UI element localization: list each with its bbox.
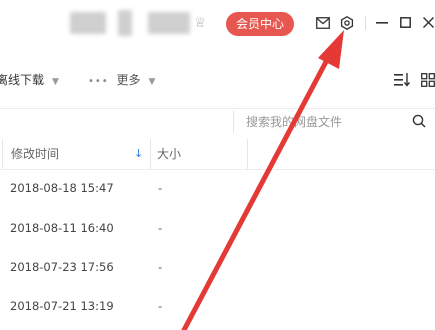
column-divider — [2, 139, 3, 169]
column-header-size[interactable]: 大小 — [157, 139, 181, 169]
search-input[interactable]: 搜索我的网盘文件 — [246, 113, 342, 131]
column-divider — [247, 139, 248, 169]
sort-desc-icon[interactable]: ↓ — [134, 139, 143, 169]
modified-time: 2018-07-23 17:56 — [10, 260, 114, 274]
more-button[interactable]: ••• 更多 ▼ — [88, 66, 155, 96]
settings-icon[interactable] — [340, 16, 354, 30]
level-placeholder — [148, 12, 190, 34]
table-header: 修改时间 ↓ 大小 — [0, 139, 435, 170]
username-placeholder — [70, 12, 106, 34]
maximize-icon[interactable] — [400, 17, 411, 28]
table-row[interactable]: 2018-08-18 15:47 - — [0, 169, 435, 207]
more-label: 更多 — [116, 73, 141, 87]
sort-icon[interactable] — [394, 73, 410, 87]
modified-time: 2018-08-18 15:47 — [10, 181, 114, 195]
more-dots-icon: ••• — [88, 76, 109, 87]
title-bar: ♕ 会员中心 — [0, 0, 435, 52]
chevron-down-icon: ▼ — [148, 77, 156, 87]
column-header-modified[interactable]: 修改时间 — [11, 139, 59, 169]
titlebar-divider — [365, 16, 366, 30]
vip-icon[interactable]: ♕ — [194, 15, 210, 31]
offline-download-button[interactable]: 离线下载 ▼ — [0, 66, 59, 96]
mail-icon[interactable] — [316, 17, 330, 29]
file-size: - — [158, 221, 163, 235]
modified-time: 2018-08-11 16:40 — [10, 221, 114, 235]
toolbar: 离线下载 ▼ ••• 更多 ▼ — [0, 52, 435, 108]
file-size: - — [158, 181, 163, 195]
file-size: - — [158, 260, 163, 274]
file-size: - — [158, 299, 163, 313]
member-center-button[interactable]: 会员中心 — [226, 12, 294, 36]
table-row[interactable]: 2018-08-11 16:40 - — [0, 209, 435, 247]
table-row[interactable]: 2018-07-21 13:19 - — [0, 287, 435, 325]
avatar[interactable] — [118, 10, 132, 36]
search-bar: 搜索我的网盘文件 — [0, 108, 435, 137]
minimize-icon[interactable] — [376, 22, 388, 24]
chevron-down-icon: ▼ — [52, 77, 59, 87]
offline-download-label: 离线下载 — [0, 73, 45, 87]
column-divider — [150, 139, 151, 169]
search-divider — [233, 111, 234, 133]
table-row[interactable]: 2018-07-23 17:56 - — [0, 248, 435, 286]
modified-time: 2018-07-21 13:19 — [10, 299, 114, 313]
grid-view-icon[interactable] — [421, 73, 435, 87]
search-icon[interactable] — [412, 114, 426, 128]
close-icon[interactable] — [423, 17, 434, 28]
